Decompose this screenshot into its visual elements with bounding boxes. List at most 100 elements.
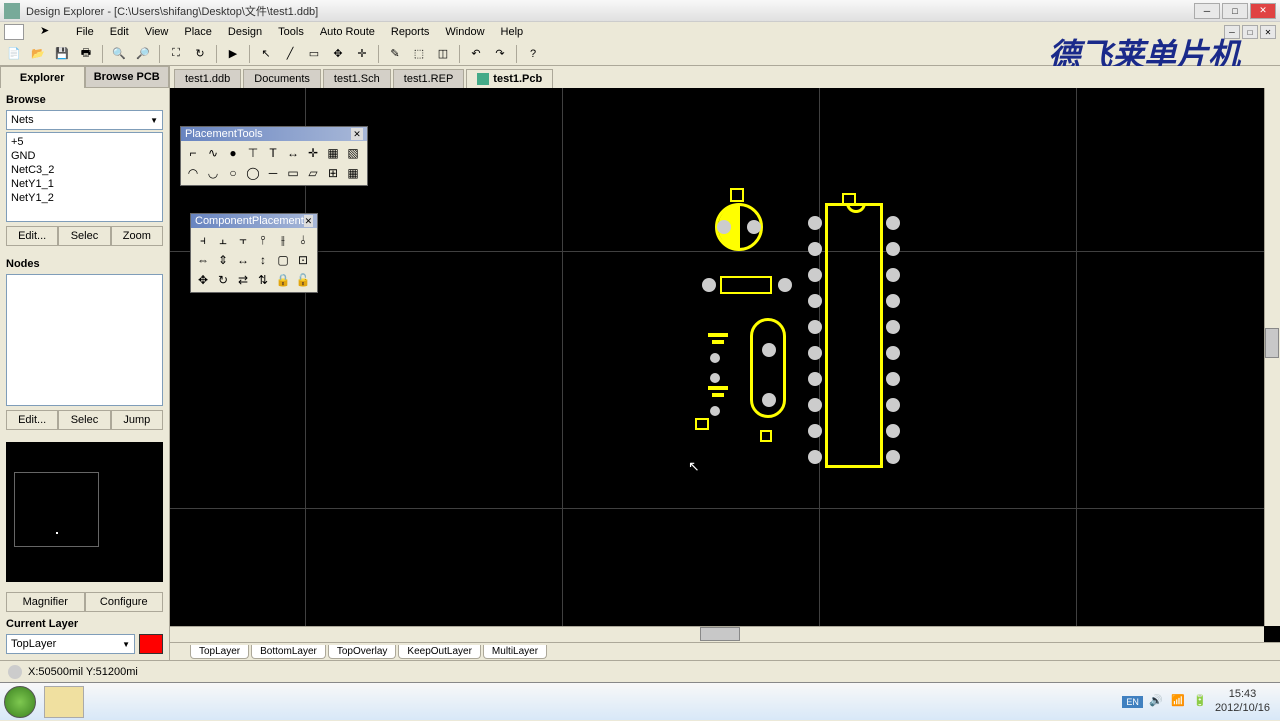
layer-dropdown[interactable]: TopLayer bbox=[6, 634, 135, 654]
menu-file[interactable]: File bbox=[68, 24, 102, 40]
tray-icon[interactable]: 📶 bbox=[1171, 694, 1187, 710]
move-icon[interactable]: ✥ bbox=[193, 270, 213, 290]
edit-icon[interactable]: ✎ bbox=[385, 44, 405, 64]
align-center-icon[interactable]: ⫠ bbox=[213, 230, 233, 250]
layer-color-swatch[interactable] bbox=[139, 634, 163, 654]
save-icon[interactable]: 💾 bbox=[52, 44, 72, 64]
nodes-list[interactable] bbox=[6, 274, 163, 406]
pcb-component-rect[interactable] bbox=[720, 276, 772, 294]
swap-icon[interactable]: ⇅ bbox=[253, 270, 273, 290]
pcb-ic-chip[interactable] bbox=[825, 203, 883, 468]
zoom-out-icon[interactable]: 🔎 bbox=[133, 44, 153, 64]
close-button[interactable]: ✕ bbox=[1250, 3, 1276, 19]
tray-icon[interactable]: 🔊 bbox=[1149, 694, 1165, 710]
align-right-icon[interactable]: ⫟ bbox=[233, 230, 253, 250]
doc-maximize[interactable]: □ bbox=[1242, 25, 1258, 39]
layer-tab[interactable]: MultiLayer bbox=[483, 645, 547, 659]
menu-view[interactable]: View bbox=[137, 24, 177, 40]
dimension-icon[interactable]: ↔ bbox=[283, 143, 303, 163]
rotate-icon[interactable]: ↻ bbox=[213, 270, 233, 290]
preview-minimap[interactable] bbox=[6, 442, 163, 582]
line-icon[interactable]: ╱ bbox=[280, 44, 300, 64]
taskbar-app[interactable] bbox=[44, 686, 84, 718]
list-item[interactable]: NetY1_2 bbox=[9, 191, 160, 205]
pcb-component-round[interactable] bbox=[715, 203, 763, 251]
layer-tab[interactable]: TopOverlay bbox=[328, 645, 397, 659]
space-h-icon[interactable]: ↔ bbox=[233, 250, 253, 270]
undo-icon[interactable]: ↶ bbox=[466, 44, 486, 64]
system-clock[interactable]: 15:43 2012/10/16 bbox=[1215, 688, 1270, 714]
refresh-icon[interactable]: ↻ bbox=[190, 44, 210, 64]
align-left-icon[interactable]: ⫞ bbox=[193, 230, 213, 250]
dist-v-icon[interactable]: ⇕ bbox=[213, 250, 233, 270]
net-list[interactable]: +5 GND NetC3_2 NetY1_1 NetY1_2 bbox=[6, 132, 163, 222]
doc-tab[interactable]: test1.REP bbox=[393, 69, 465, 88]
rect-icon[interactable]: ▭ bbox=[283, 163, 303, 183]
arc4-icon[interactable]: ◯ bbox=[243, 163, 263, 183]
vertical-scrollbar[interactable] bbox=[1264, 88, 1280, 626]
arc2-icon[interactable]: ◡ bbox=[203, 163, 223, 183]
place-icon[interactable]: ⬚ bbox=[409, 44, 429, 64]
line-icon[interactable]: ─ bbox=[263, 163, 283, 183]
doc-close[interactable]: ✕ bbox=[1260, 25, 1276, 39]
text-icon[interactable]: T bbox=[263, 143, 283, 163]
align-top-icon[interactable]: ⫯ bbox=[253, 230, 273, 250]
close-icon[interactable]: ✕ bbox=[351, 128, 363, 140]
space-v-icon[interactable]: ↕ bbox=[253, 250, 273, 270]
pointer-icon[interactable]: ↖ bbox=[256, 44, 276, 64]
menu-tools[interactable]: Tools bbox=[270, 24, 312, 40]
tab-explorer[interactable]: Explorer bbox=[0, 66, 85, 88]
layer-tab[interactable]: BottomLayer bbox=[251, 645, 326, 659]
browse-dropdown[interactable]: Nets bbox=[6, 110, 163, 130]
menu-window[interactable]: Window bbox=[437, 24, 492, 40]
menu-autoroute[interactable]: Auto Route bbox=[312, 24, 383, 40]
menu-edit[interactable]: Edit bbox=[102, 24, 137, 40]
coord-icon[interactable]: ✛ bbox=[303, 143, 323, 163]
minimize-button[interactable]: ─ bbox=[1194, 3, 1220, 19]
list-item[interactable]: NetC3_2 bbox=[9, 163, 160, 177]
list-item[interactable]: +5 bbox=[9, 135, 160, 149]
close-icon[interactable]: ✕ bbox=[304, 215, 313, 227]
open-icon[interactable]: 📂 bbox=[28, 44, 48, 64]
unlock-icon[interactable]: 🔓 bbox=[293, 270, 313, 290]
arc3-icon[interactable]: ○ bbox=[223, 163, 243, 183]
select-icon[interactable]: ▭ bbox=[304, 44, 324, 64]
room-icon[interactable]: ▢ bbox=[273, 250, 293, 270]
placement-tools-toolbar[interactable]: PlacementTools✕ ⌐ ∿ ● ⊤ T ↔ ✛ ▦ ▧ ◠ ◡ ○ … bbox=[180, 126, 368, 186]
align-mid-icon[interactable]: ⫲ bbox=[273, 230, 293, 250]
fit-icon[interactable]: ⛶ bbox=[166, 44, 186, 64]
doc-tab[interactable]: test1.ddb bbox=[174, 69, 241, 88]
select-button[interactable]: Selec bbox=[58, 226, 110, 246]
language-indicator[interactable]: EN bbox=[1122, 696, 1143, 708]
lock-icon[interactable]: 🔒 bbox=[273, 270, 293, 290]
print-icon[interactable]: 🖶 bbox=[76, 44, 96, 64]
edit-button[interactable]: Edit... bbox=[6, 226, 58, 246]
zoom-in-icon[interactable]: 🔍 bbox=[109, 44, 129, 64]
track-icon[interactable]: ⌐ bbox=[183, 143, 203, 163]
zoom-button[interactable]: Zoom bbox=[111, 226, 163, 246]
dist-h-icon[interactable]: ⇔ bbox=[193, 250, 213, 270]
menu-design[interactable]: Design bbox=[220, 24, 270, 40]
group-icon[interactable]: ⊡ bbox=[293, 250, 313, 270]
run-icon[interactable]: ▶ bbox=[223, 44, 243, 64]
magnifier-button[interactable]: Magnifier bbox=[6, 592, 85, 612]
grid-icon[interactable]: ▦ bbox=[343, 163, 363, 183]
fill-icon[interactable]: ▦ bbox=[323, 143, 343, 163]
layer-tab[interactable]: TopLayer bbox=[190, 645, 249, 659]
configure-button[interactable]: Configure bbox=[85, 592, 164, 612]
tray-icon[interactable]: 🔋 bbox=[1193, 694, 1209, 710]
horizontal-scrollbar[interactable] bbox=[170, 626, 1264, 642]
poly-icon[interactable]: ▧ bbox=[343, 143, 363, 163]
menu-place[interactable]: Place bbox=[176, 24, 220, 40]
layer-tab[interactable]: KeepOutLayer bbox=[398, 645, 481, 659]
pad-icon[interactable]: ● bbox=[223, 143, 243, 163]
jump-button[interactable]: Jump bbox=[111, 410, 163, 430]
new-icon[interactable]: 📄 bbox=[4, 44, 24, 64]
list-item[interactable]: NetY1_1 bbox=[9, 177, 160, 191]
via-icon[interactable]: ⊤ bbox=[243, 143, 263, 163]
arc1-icon[interactable]: ◠ bbox=[183, 163, 203, 183]
menu-reports[interactable]: Reports bbox=[383, 24, 438, 40]
doc-tab[interactable]: Documents bbox=[243, 69, 321, 88]
maximize-button[interactable]: □ bbox=[1222, 3, 1248, 19]
wave-icon[interactable]: ∿ bbox=[203, 143, 223, 163]
